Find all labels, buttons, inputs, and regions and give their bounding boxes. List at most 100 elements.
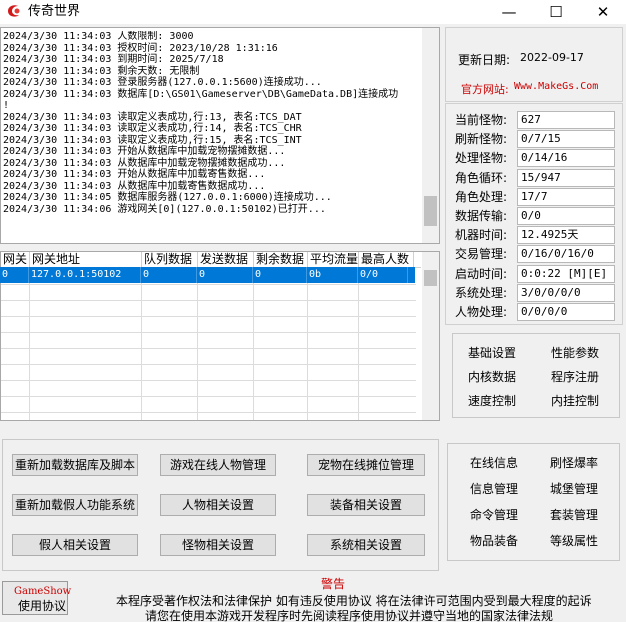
table-row[interactable]: 0 127.0.0.1:50102 0 0 0 0b 0/0 <box>0 267 415 283</box>
log-scrollbar-thumb[interactable] <box>424 196 437 226</box>
column-header[interactable]: 网关地址 <box>30 252 142 268</box>
log-line: 2024/3/30 11:34:03 授权时间: 2023/10/28 1:31… <box>3 42 278 54</box>
warning-line-2: 请您在使用本游戏开发程序时先阅读程序使用协议并遵守当地的国家法律法规 <box>145 609 554 622</box>
management-button[interactable]: 假人相关设置 <box>12 534 138 556</box>
table-cell: 0 <box>141 267 197 283</box>
tools-button[interactable]: 在线信息 <box>456 452 532 474</box>
minimize-button[interactable]: — <box>486 0 532 24</box>
stat-value: 0/0/0/0 <box>517 303 615 321</box>
gateway-table-header: 网关 网关地址 队列数据 发送数据 剩余数据 平均流量 最高人数 <box>1 252 421 268</box>
grid-line <box>1 348 416 349</box>
grid-line <box>197 268 198 420</box>
stat-label: 人物处理: <box>455 305 508 319</box>
tools-button[interactable]: 套装管理 <box>536 504 612 526</box>
stat-value: 15/947 <box>517 168 615 187</box>
column-header[interactable]: 最高人数 <box>359 252 414 268</box>
settings-button[interactable]: 基础设置 <box>455 342 529 364</box>
stat-label: 刷新怪物: <box>455 132 508 147</box>
server-log[interactable]: 2024/3/30 11:34:03 人数限制: 3000 2024/3/30 1… <box>0 27 440 244</box>
log-line: 2024/3/30 11:34:03 登录服务器(127.0.0.1:5600)… <box>3 77 322 88</box>
column-header[interactable]: 队列数据 <box>142 252 198 268</box>
management-button[interactable]: 重新加载假人功能系统 <box>12 494 138 516</box>
tools-button[interactable]: 刷怪爆率 <box>536 452 612 474</box>
stat-label: 角色循环: <box>455 170 508 185</box>
stat-value: 12.4925天 <box>517 226 615 245</box>
official-site-link[interactable]: Www.MakeGs.Com <box>514 81 598 92</box>
column-header[interactable]: 剩余数据 <box>254 252 308 268</box>
minimize-icon: — <box>501 3 517 21</box>
tools-button[interactable]: 等级属性 <box>536 530 612 552</box>
grid-line <box>1 284 416 285</box>
stat-value: 17/7 <box>517 187 615 206</box>
log-line: 2024/3/30 11:34:03 读取定义表成功,行:14, 表名:TCS_… <box>3 123 302 134</box>
log-line: 2024/3/30 11:34:03 从数据库中加载宠物摆摊数据成功... <box>3 157 286 169</box>
log-line: 2024/3/30 11:34:03 剩余天数: 无限制 <box>3 65 200 77</box>
title-bar: 传奇世界 — ☐ ✕ <box>0 0 626 24</box>
app-logo-icon <box>6 3 22 19</box>
log-scrollbar[interactable] <box>422 28 439 243</box>
settings-button[interactable]: 速度控制 <box>455 390 529 412</box>
stat-label: 启动时间: <box>455 266 508 281</box>
management-button[interactable]: 游戏在线人物管理 <box>160 454 276 476</box>
table-cell: 127.0.0.1:50102 <box>29 267 141 283</box>
grid-line <box>358 268 359 420</box>
grid-line <box>1 396 416 397</box>
column-header[interactable]: 发送数据 <box>198 252 254 268</box>
stat-value: 0:0:22 [M][E] <box>517 264 615 283</box>
stat-label: 处理怪物: <box>455 151 508 166</box>
gateway-grid <box>1 268 421 420</box>
log-line: 2024/3/30 11:34:03 开始从数据库中加载寄售数据... <box>3 169 266 180</box>
log-line: ! <box>3 100 10 111</box>
gateway-scrollbar[interactable] <box>422 252 439 420</box>
maximize-icon: ☐ <box>549 3 563 21</box>
table-cell: 0b <box>307 267 358 283</box>
settings-button[interactable]: 内核数据 <box>455 366 529 388</box>
table-cell: 0 <box>197 267 253 283</box>
stat-label: 系统处理: <box>455 285 508 300</box>
stat-label: 数据传输: <box>455 209 508 223</box>
grid-line <box>1 364 416 365</box>
management-button[interactable]: 重新加载数据库及脚本 <box>12 454 138 476</box>
grid-line <box>1 380 416 381</box>
stat-label: 当前怪物: <box>455 113 508 127</box>
window-title: 传奇世界 <box>28 4 81 19</box>
settings-button[interactable]: 内挂控制 <box>538 390 612 412</box>
stat-value: 0/14/16 <box>517 149 615 168</box>
tools-button[interactable]: 物品装备 <box>456 530 532 552</box>
log-line: 2024/3/30 11:34:03 读取定义表成功,行:13, 表名:TCS_… <box>3 111 302 123</box>
grid-line <box>1 300 416 301</box>
column-header[interactable]: 平均流量 <box>308 252 359 268</box>
log-text: 2024/3/30 11:34:03 人数限制: 3000 2024/3/30 1… <box>3 31 421 243</box>
tools-button[interactable]: 信息管理 <box>456 478 532 500</box>
settings-button[interactable]: 性能参数 <box>538 342 612 364</box>
tools-button[interactable]: 命令管理 <box>456 504 532 526</box>
management-button[interactable]: 人物相关设置 <box>160 494 276 516</box>
stat-label: 交易管理: <box>455 247 508 262</box>
usage-agreement-button[interactable]: 使用协议 <box>18 597 66 614</box>
log-line: 2024/3/30 11:34:05 数据库服务器(127.0.0.1:6000… <box>3 192 332 203</box>
table-cell: 0/0 <box>358 267 408 283</box>
log-line: 2024/3/30 11:34:03 到期时间: 2025/7/18 <box>3 54 224 65</box>
stat-value: 0/16/0/16/0 <box>517 245 615 264</box>
grid-line <box>29 268 30 420</box>
gateway-scrollbar-thumb[interactable] <box>424 270 437 286</box>
close-button[interactable]: ✕ <box>580 0 626 24</box>
management-button[interactable]: 装备相关设置 <box>307 494 425 516</box>
management-button[interactable]: 宠物在线摊位管理 <box>307 454 425 476</box>
update-date-value: 2022-09-17 <box>520 51 584 64</box>
management-button[interactable]: 怪物相关设置 <box>160 534 276 556</box>
log-line: 2024/3/30 11:34:03 读取定义表成功,行:15, 表名:TCS_… <box>3 134 302 146</box>
grid-line <box>1 332 416 333</box>
settings-button[interactable]: 程序注册 <box>538 366 612 388</box>
log-line: 2024/3/30 11:34:03 开始从数据库中加载宠物摆摊数据... <box>3 146 286 157</box>
management-button[interactable]: 系统相关设置 <box>307 534 425 556</box>
stat-label: 角色处理: <box>455 189 508 204</box>
column-header[interactable]: 网关 <box>1 252 30 268</box>
tools-button[interactable]: 城堡管理 <box>536 478 612 500</box>
official-site-label: 官方网站: <box>461 83 509 96</box>
warning-title: 警告 <box>321 577 346 591</box>
stat-value: 0/7/15 <box>517 130 615 149</box>
close-icon: ✕ <box>596 3 610 21</box>
maximize-button[interactable]: ☐ <box>533 0 579 24</box>
gameshow-label: GameShow <box>14 586 72 597</box>
